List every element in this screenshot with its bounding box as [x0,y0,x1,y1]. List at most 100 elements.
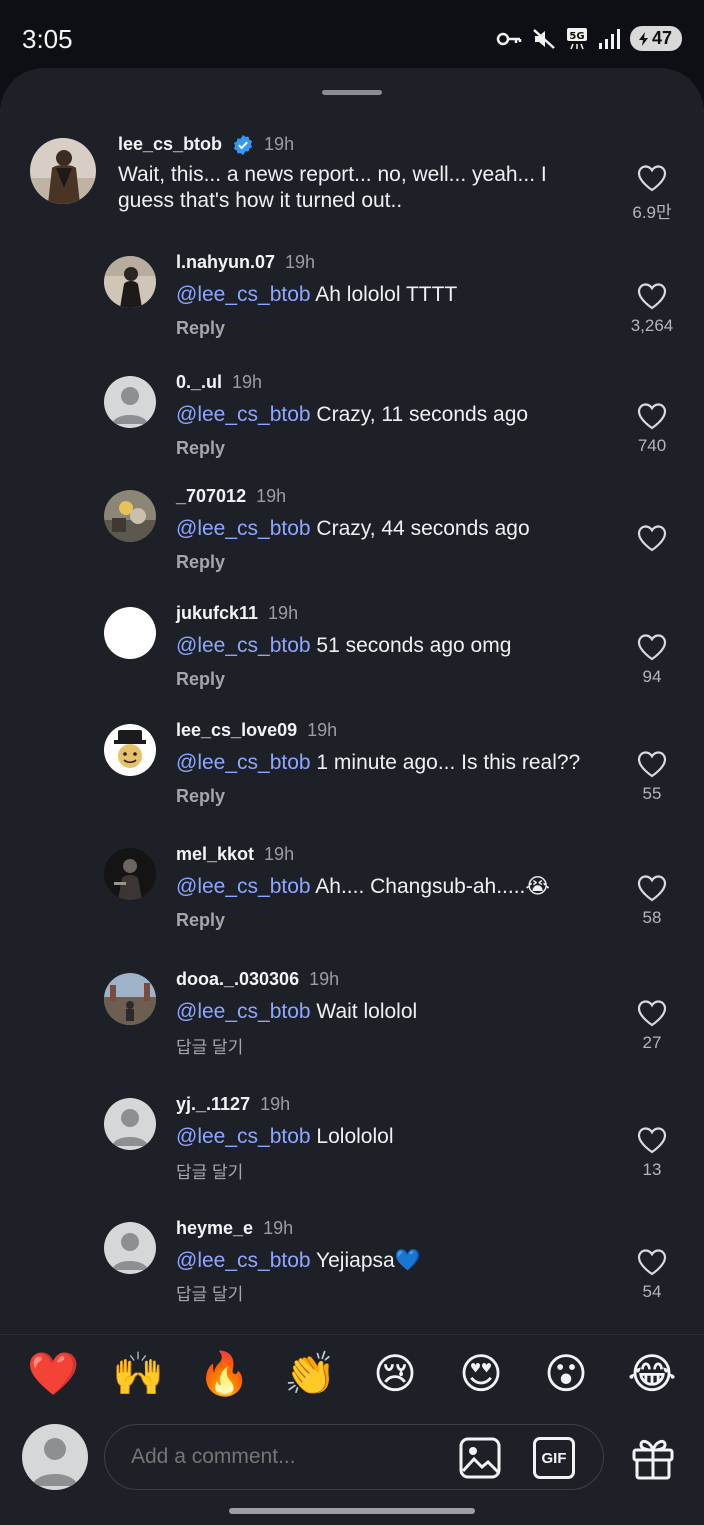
reply-button[interactable]: 답글 달기 [176,1033,243,1058]
comment-input[interactable] [131,1445,431,1469]
reply-button[interactable]: Reply [176,669,225,690]
comment-time: 19h [264,844,295,864]
comment-time: 19h [260,1094,291,1114]
mention-link[interactable]: @lee_cs_btob [176,1125,311,1148]
username[interactable]: dooa._.030306 [176,969,299,990]
status-time: 3:05 [22,24,73,54]
emoji-fire[interactable]: 🔥 [198,1348,250,1400]
heart-icon[interactable] [637,1248,667,1276]
comment-meta: 0._.ul 19h [176,372,262,393]
heart-icon[interactable] [637,524,667,552]
username[interactable]: l.nahyun.07 [176,252,275,273]
comment-time: 19h [285,252,316,272]
image-icon[interactable] [459,1437,501,1479]
mention-link[interactable]: @lee_cs_btob [176,634,311,657]
gif-button[interactable]: GIF [533,1437,575,1479]
status-icons: 5G 47 [496,26,682,51]
verified-badge-icon [233,134,253,156]
avatar[interactable] [104,724,156,776]
sheet-drag-handle[interactable] [322,90,382,95]
emoji-clapping[interactable]: 👏 [284,1348,336,1400]
comment-text: @lee_cs_btob Crazy, 44 seconds ago [176,516,616,542]
reply-text: Crazy, 44 seconds ago [316,517,530,540]
like-control: 3,264 [622,282,682,336]
reply-text: Wait lololol [316,1000,418,1023]
gift-icon[interactable] [630,1434,676,1480]
reply-text: Ah.... Changsub-ah.....😭 [315,875,550,898]
emoji-surprised[interactable]: 😮 [540,1348,592,1400]
heart-icon[interactable] [637,874,667,902]
heart-icon[interactable] [637,402,667,430]
home-indicator[interactable] [229,1508,475,1514]
username[interactable]: 0._.ul [176,372,222,393]
mention-link[interactable]: @lee_cs_btob [176,1249,311,1272]
avatar[interactable] [104,848,156,900]
emoji-crying[interactable]: 😢 [369,1348,421,1400]
comments-sheet: lee_cs_btob 19h Wait, this... a news rep… [0,68,704,1525]
comment-meta: lee_cs_btob 19h [118,134,294,156]
comment-meta: jukufck11 19h [176,603,298,624]
comment-text: @lee_cs_btob Yejiapsa💙 [176,1248,616,1274]
username[interactable]: jukufck11 [176,603,258,624]
like-count: 58 [642,908,662,927]
heart-icon[interactable] [637,750,667,778]
key-icon [496,32,522,45]
mention-link[interactable]: @lee_cs_btob [176,403,311,426]
like-control: 13 [622,1126,682,1180]
username[interactable]: heyme_e [176,1218,253,1239]
avatar[interactable] [30,138,96,204]
reply-button[interactable]: 답글 달기 [176,1158,243,1183]
heart-icon[interactable] [637,164,667,192]
default-avatar-icon[interactable] [104,376,156,428]
username[interactable]: lee_cs_love09 [176,720,297,741]
heart-icon[interactable] [637,999,667,1027]
battery-level: 47 [651,28,672,48]
battery-saver-icon [638,31,648,46]
like-count: 740 [637,436,667,455]
emoji-heart-eyes[interactable]: 😍 [455,1348,507,1400]
heart-icon[interactable] [637,282,667,310]
emoji-heart[interactable]: ❤️ [27,1348,79,1400]
comment-meta: _707012 19h [176,486,286,507]
avatar[interactable] [104,490,156,542]
heart-icon[interactable] [637,1126,667,1154]
default-avatar-icon[interactable] [104,1222,156,1274]
battery-indicator: 47 [629,26,682,51]
avatar[interactable] [104,256,156,308]
comment-text: @lee_cs_btob Ah.... Changsub-ah.....😭 [176,874,616,900]
emoji-raising-hands[interactable]: 🙌 [112,1348,164,1400]
mention-link[interactable]: @lee_cs_btob [176,875,311,898]
divider [0,1334,704,1335]
comment-text: @lee_cs_btob Lolololol [176,1124,616,1150]
comment-composer: GIF [0,1420,704,1500]
comment-meta: l.nahyun.07 19h [176,252,315,273]
emoji-laughing[interactable]: 😂 [626,1348,678,1400]
mention-link[interactable]: @lee_cs_btob [176,517,311,540]
reply-text: 1 minute ago... Is this real?? [316,751,581,774]
like-count: 54 [642,1282,662,1301]
reply-button[interactable]: Reply [176,318,225,339]
svg-text:5G: 5G [569,31,584,42]
heart-icon[interactable] [637,633,667,661]
avatar[interactable] [104,607,156,659]
mention-link[interactable]: @lee_cs_btob [176,751,311,774]
comment-text: @lee_cs_btob Crazy, 11 seconds ago [176,402,616,428]
mention-link[interactable]: @lee_cs_btob [176,1000,311,1023]
avatar[interactable] [104,973,156,1025]
reply-button[interactable]: Reply [176,552,225,573]
username[interactable]: yj._.1127 [176,1094,250,1115]
comment-time: 19h [309,969,340,989]
username[interactable]: _707012 [176,486,246,507]
reply-button[interactable]: 답글 달기 [176,1280,243,1305]
mention-link[interactable]: @lee_cs_btob [176,283,311,306]
reply-button[interactable]: Reply [176,910,225,931]
default-avatar-icon[interactable] [104,1098,156,1150]
network-5g-icon: 5G [566,27,587,49]
username[interactable]: lee_cs_btob [118,134,222,155]
reply-button[interactable]: Reply [176,786,225,807]
reply-button[interactable]: Reply [176,438,225,459]
comment-input-pill[interactable]: GIF [104,1424,604,1490]
mute-icon [533,28,555,49]
username[interactable]: mel_kkot [176,844,254,865]
comment-time: 19h [256,486,287,506]
